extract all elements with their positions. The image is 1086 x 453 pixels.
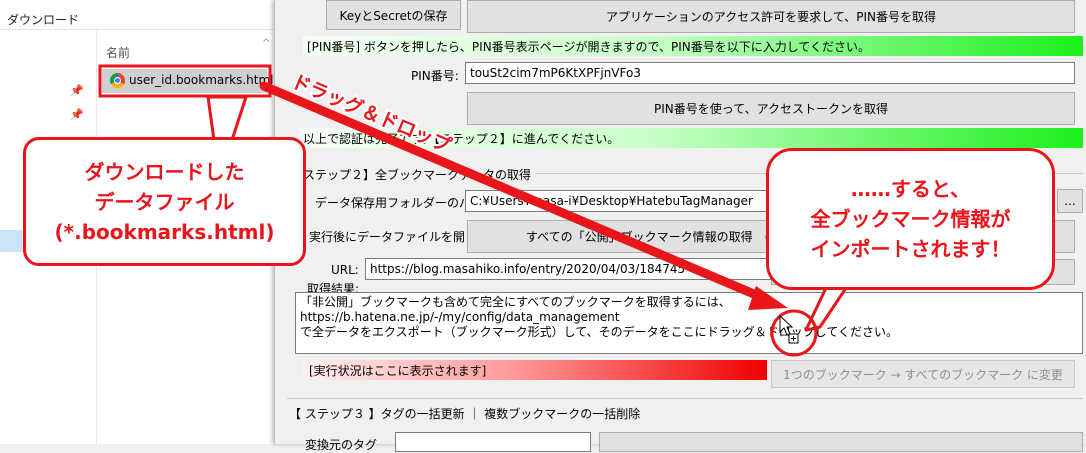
step3-title: 【 ステップ３ 】タグの一括更新 ｜ 複数ブックマークの一括削除 [289, 407, 641, 421]
url-input[interactable]: https://blog.masahiko.info/entry/2020/04… [365, 258, 771, 280]
left-callout: ダウンロードした データファイル (*.bookmarks.html) [23, 137, 306, 266]
request-pin-button[interactable]: アプリケーションのアクセス許可を要求して、PIN番号を取得 [467, 0, 1075, 33]
file-name: user_id.bookmarks.html [129, 73, 274, 87]
browse-folder-button[interactable]: ... [1057, 189, 1083, 213]
pin-icon: 📌 [70, 84, 84, 97]
chrome-icon [110, 73, 125, 88]
convert-scope-button[interactable]: 1つのブックマーク → すべてのブックマーク に変更 [771, 360, 1075, 388]
file-item[interactable]: user_id.bookmarks.html [102, 69, 274, 93]
pin-label: PIN番号: [411, 69, 459, 83]
source-tag-label: 変換元のタグ [305, 438, 378, 452]
get-access-token-button[interactable]: PIN番号を使って、アクセストークンを取得 [467, 92, 1075, 125]
left-callout-line: (*.bookmarks.html) [54, 219, 275, 244]
chevron-up-icon: ^ [262, 38, 271, 49]
column-header-name[interactable]: 名前 [106, 44, 130, 61]
folder-path-label: データ保存用フォルダーのパス: [315, 196, 488, 210]
divider [0, 29, 274, 30]
left-callout-line: データファイル [94, 189, 235, 214]
result-textarea[interactable]: 「非公開」ブックマークも含めて完全にすべてのブックマークを取得するには、 htt… [295, 292, 1083, 354]
pin-instruction: [PIN番号] ボタンを押したら、PIN番号表示ページが開きますので、PIN番号… [303, 36, 1083, 56]
left-callout-line: ダウンロードした [84, 159, 245, 184]
url-label: URL: [331, 263, 359, 277]
explorer-header: ダウンロード [0, 11, 274, 29]
result-line: 「非公開」ブックマークも含めて完全にすべてのブックマークを取得するには、 [300, 295, 731, 309]
source-tag-input[interactable] [395, 432, 591, 452]
step2-title: ステップ２】全ブックマークデータの取得 [303, 168, 532, 182]
right-callout-line: 全ブックマーク情報が [810, 207, 1011, 231]
result-line: で全データをエクスポート（ブックマーク形式）して、そのデータをここにドラッグ＆ド… [300, 325, 898, 339]
group-divider [287, 398, 1083, 399]
result-line: https://b.hatena.ne.jp/-/my/config/data_… [300, 310, 620, 324]
explorer-folder-title: ダウンロード [7, 13, 80, 27]
auth-complete-message: 以上で認証は完了です。【ステップ２】に進んでください。 [299, 128, 1083, 148]
pin-icon: 📌 [70, 108, 84, 121]
right-callout-line: ……すると、 [850, 177, 971, 201]
step3-button[interactable] [599, 432, 1083, 452]
right-callout: ……すると、 全ブックマーク情報が インポートされます！ [766, 148, 1055, 290]
right-callout-line: インポートされます！ [810, 237, 1011, 261]
pin-input[interactable]: touSt2cim7mP6KtXPFjnVFo3 [465, 62, 1075, 84]
save-key-secret-button[interactable]: KeyとSecretの保存 [326, 0, 461, 30]
open-after-label: 実行後にデータファイルを開く [309, 230, 478, 244]
status-bar: [実行状況はここに表示されます] [303, 360, 767, 380]
